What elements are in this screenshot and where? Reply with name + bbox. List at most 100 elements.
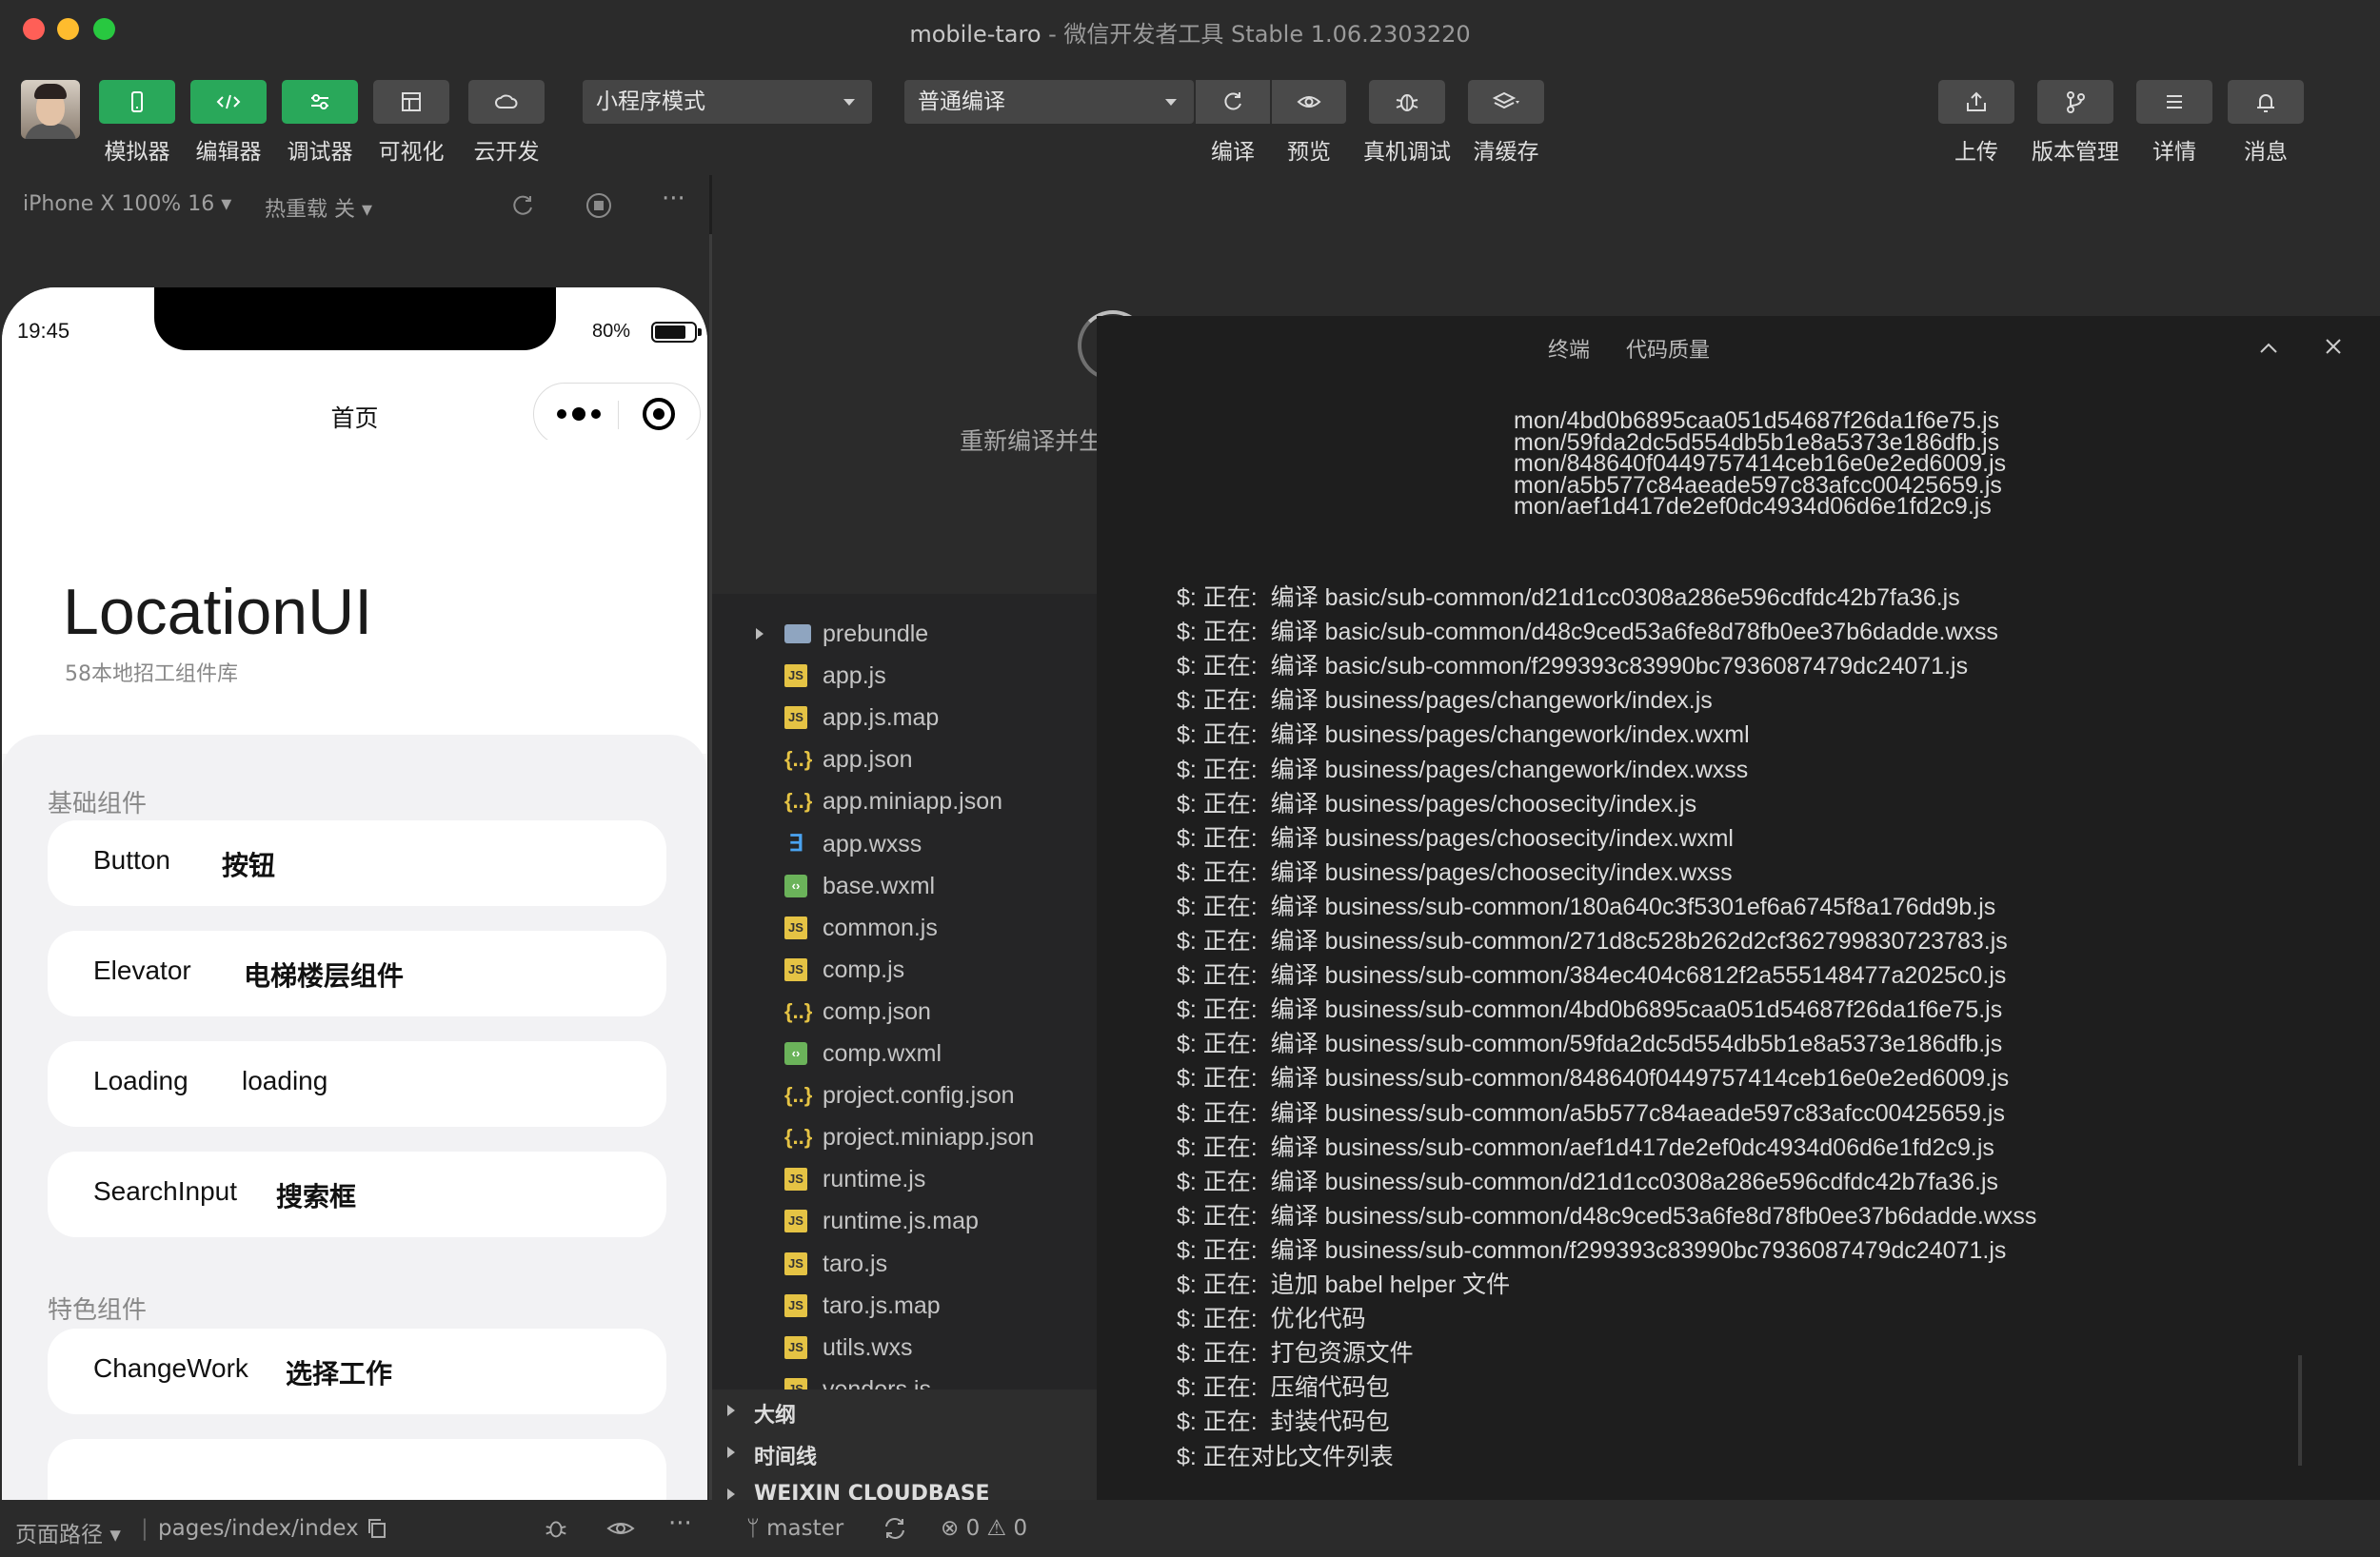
file-name: taro.js.map — [823, 1291, 941, 1319]
preview-label: 预览 — [1287, 140, 1331, 165]
simulator-toggle-button[interactable] — [99, 80, 175, 124]
chevron-down-icon: ▾ — [221, 192, 232, 216]
editor-top-area — [1514, 175, 2380, 316]
page-path-select[interactable]: 页面路径 ▾ — [15, 1516, 121, 1548]
terminal-line: $: 正在: 编译 basic/sub-common/d21d1cc0308a2… — [1177, 584, 1960, 611]
file-item[interactable]: {..} app.miniapp.json — [712, 780, 1097, 822]
terminal-scrollbar[interactable] — [2298, 1355, 2302, 1466]
upload-icon — [1967, 91, 1986, 111]
version-control-button[interactable] — [2037, 80, 2113, 124]
mode-select[interactable]: 小程序模式 — [583, 80, 872, 124]
terminal-line: $: 正在: 编译 business/pages/changework/inde… — [1177, 687, 1713, 715]
details-label: 详情 — [2152, 140, 2196, 165]
editor-toggle-button[interactable] — [190, 80, 267, 124]
timeline-section[interactable]: 时间线 — [712, 1431, 1097, 1473]
clear-cache-button[interactable] — [1468, 80, 1544, 124]
tab-terminal[interactable]: 终端 — [1548, 333, 1590, 364]
clear-cache-label: 清缓存 — [1473, 140, 1539, 165]
file-name: app.miniapp.json — [823, 788, 1003, 816]
preview-button[interactable] — [1272, 80, 1346, 124]
problems-status[interactable]: ⊗ 0 ⚠ 0 — [941, 1516, 1027, 1541]
file-item[interactable]: ‹› base.wxml — [712, 865, 1097, 907]
card-elevator[interactable]: Elevator 电梯楼层组件 — [48, 931, 666, 1016]
terminal-line: $: 正在: 编译 basic/sub-common/f299393c83990… — [1177, 653, 1969, 680]
refresh-simulator-icon[interactable] — [509, 192, 536, 225]
bug-icon — [1396, 94, 1418, 111]
close-panel-icon[interactable] — [2325, 337, 2342, 361]
card-searchinput[interactable]: SearchInput 搜索框 — [48, 1152, 666, 1237]
outline-section[interactable]: 大纲 — [712, 1389, 1097, 1431]
bug-icon[interactable] — [543, 1515, 569, 1547]
cloudbase-section[interactable]: WEIXIN CLOUDBASE CONTAI... — [712, 1473, 1097, 1500]
card-button[interactable]: Button 按钮 — [48, 820, 666, 906]
terminal-line: $: 正在: 编译 business/pages/choosecity/inde… — [1177, 790, 1697, 818]
more-icon[interactable]: ··· — [668, 1509, 692, 1538]
more-icon[interactable]: ··· — [662, 185, 685, 213]
warning-count: 0 — [1013, 1516, 1028, 1541]
card-en-label: Elevator — [93, 956, 191, 985]
terminal-line: $: 正在: 编译 business/sub-common/d48c9ced53… — [1177, 1202, 2037, 1230]
upload-button[interactable] — [1938, 80, 2014, 124]
card-partial[interactable] — [48, 1439, 666, 1500]
git-branch-name: master — [766, 1516, 844, 1541]
file-item[interactable]: JS comp.js — [712, 949, 1097, 991]
stop-icon[interactable] — [585, 192, 612, 225]
card-changework[interactable]: ChangeWork 选择工作 — [48, 1329, 666, 1414]
git-branch-icon — [2067, 91, 2085, 113]
eye-icon[interactable] — [605, 1515, 636, 1547]
chevron-down-icon: ▾ — [362, 198, 373, 222]
compile-button[interactable] — [1196, 80, 1270, 124]
close-miniprogram-icon[interactable] — [643, 398, 675, 430]
js-file-icon: JS — [784, 957, 807, 981]
card-loading[interactable]: Loading loading — [48, 1041, 666, 1127]
file-item[interactable]: JS app.js — [712, 655, 1097, 697]
chevron-right-icon — [727, 1405, 735, 1416]
file-item[interactable]: {..} app.json — [712, 739, 1097, 780]
hero-title: LocationUI — [63, 576, 373, 648]
terminal-line: $: 正在: 编译 business/sub-common/d21d1cc030… — [1177, 1168, 1999, 1195]
file-item[interactable]: {..} project.config.json — [712, 1074, 1097, 1116]
terminal-line: $: 正在: 编译 business/pages/changework/inde… — [1177, 721, 1750, 749]
file-item[interactable]: {..} comp.json — [712, 991, 1097, 1033]
chevron-down-icon — [843, 99, 855, 106]
sync-icon[interactable] — [882, 1515, 908, 1547]
js-file-icon: JS — [784, 1168, 807, 1192]
visual-toggle-button[interactable] — [373, 80, 449, 124]
file-item[interactable]: JS taro.js.map — [712, 1285, 1097, 1327]
json-file-icon: {..} — [784, 789, 813, 814]
git-branch-status[interactable]: ᛘ master — [746, 1516, 843, 1541]
messages-button[interactable] — [2228, 80, 2304, 124]
user-avatar[interactable] — [21, 80, 80, 139]
card-en-label: SearchInput — [93, 1176, 237, 1206]
file-item[interactable]: ‹› comp.wxml — [712, 1033, 1097, 1074]
copy-icon[interactable] — [366, 1517, 388, 1546]
remote-debug-button[interactable] — [1369, 80, 1445, 124]
hot-reload-select[interactable]: 热重载 关 ▾ — [265, 192, 372, 223]
more-options-icon[interactable] — [557, 403, 614, 425]
cloud-dev-label: 云开发 — [473, 140, 540, 165]
chevron-up-icon[interactable] — [2258, 337, 2279, 361]
page-path-value: pages/index/index — [158, 1516, 359, 1541]
details-button[interactable] — [2136, 80, 2212, 124]
upload-label: 上传 — [1954, 140, 1998, 165]
file-item[interactable]: JS common.js — [712, 907, 1097, 949]
cloud-dev-button[interactable] — [468, 80, 545, 124]
file-item[interactable]: JS runtime.js — [712, 1158, 1097, 1200]
file-item[interactable]: {..} project.miniapp.json — [712, 1116, 1097, 1158]
file-item[interactable]: JS taro.js — [712, 1243, 1097, 1285]
card-en-label: Loading — [93, 1066, 188, 1095]
file-item[interactable]: JS app.js.map — [712, 697, 1097, 739]
file-item[interactable]: JS runtime.js.map — [712, 1200, 1097, 1242]
compile-mode-select[interactable]: 普通编译 — [904, 80, 1194, 124]
tab-code-quality[interactable]: 代码质量 — [1626, 333, 1710, 364]
file-name: prebundle — [823, 621, 929, 647]
card-en-label: Button — [93, 845, 170, 875]
file-item[interactable]: prebundle — [712, 613, 1097, 655]
debugger-toggle-button[interactable] — [282, 80, 358, 124]
visual-label: 可视化 — [378, 140, 445, 165]
file-item[interactable]: JS utils.wxs — [712, 1327, 1097, 1369]
file-item[interactable]: ∃ app.wxss — [712, 823, 1097, 865]
mode-select-value: 小程序模式 — [596, 89, 705, 114]
device-select[interactable]: iPhone X 100% 16 ▾ — [23, 192, 231, 216]
file-name: comp.json — [823, 997, 931, 1025]
